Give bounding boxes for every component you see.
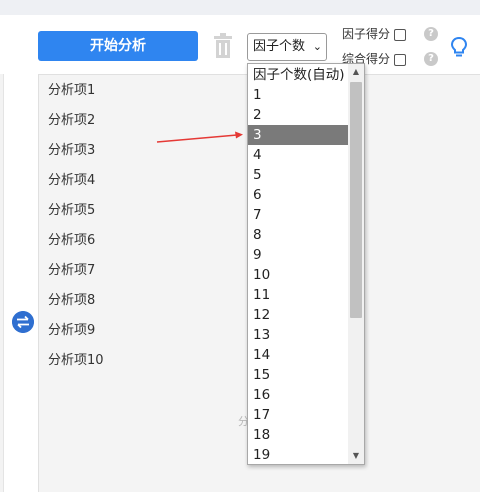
composite-score-checkbox[interactable]: [394, 53, 407, 66]
dropdown-option[interactable]: 15: [248, 365, 349, 385]
factor-score-option[interactable]: 因子得分: [342, 25, 407, 43]
factor-score-label: 因子得分: [342, 27, 391, 41]
list-item[interactable]: 分析项4: [48, 171, 95, 191]
arrow-pointer-icon: [156, 131, 243, 143]
swap-icon[interactable]: [12, 311, 34, 333]
factor-count-dropdown[interactable]: 因子个数(自动) 1 2 3 4 5 6 7 8 9 10 11 12 13 14 15 16 17 18 19 ▲ …: [247, 63, 365, 465]
factor-select-value: 因子个数: [253, 39, 306, 54]
lightbulb-icon[interactable]: [450, 36, 468, 58]
dropdown-option[interactable]: 17: [248, 405, 349, 425]
dropdown-option[interactable]: 19: [248, 445, 349, 464]
dropdown-option[interactable]: 14: [248, 345, 349, 365]
list-item[interactable]: 分析项1: [48, 81, 95, 101]
dropdown-scrollbar[interactable]: ▲ ▼: [348, 64, 364, 464]
factor-count-select[interactable]: 因子个数 ⌄: [247, 33, 327, 61]
dropdown-option[interactable]: 3: [248, 125, 349, 145]
list-item[interactable]: 分析项3: [48, 141, 95, 161]
trash-icon[interactable]: [212, 33, 234, 59]
dropdown-option[interactable]: 9: [248, 245, 349, 265]
dropdown-option[interactable]: 10: [248, 265, 349, 285]
dropdown-option[interactable]: 5: [248, 165, 349, 185]
dropdown-option[interactable]: 18: [248, 425, 349, 445]
dropdown-option[interactable]: 因子个数(自动): [248, 65, 349, 85]
dropdown-option[interactable]: 12: [248, 305, 349, 325]
dropdown-option[interactable]: 1: [248, 85, 349, 105]
dropdown-option[interactable]: 8: [248, 225, 349, 245]
left-panel-edge: [0, 74, 4, 492]
scroll-down-icon[interactable]: ▼: [348, 448, 364, 464]
dropdown-option[interactable]: 6: [248, 185, 349, 205]
list-item[interactable]: 分析项7: [48, 261, 95, 281]
help-icon[interactable]: ?: [424, 27, 438, 41]
scroll-up-icon[interactable]: ▲: [348, 64, 364, 80]
list-item[interactable]: 分析项10: [48, 351, 104, 371]
dropdown-option[interactable]: 4: [248, 145, 349, 165]
dropdown-option[interactable]: 13: [248, 325, 349, 345]
list-item[interactable]: 分析项2: [48, 111, 95, 131]
dropdown-option[interactable]: 7: [248, 205, 349, 225]
top-strip: [0, 0, 480, 15]
list-item[interactable]: 分析项6: [48, 231, 95, 251]
factor-score-checkbox[interactable]: [394, 28, 407, 41]
list-item[interactable]: 分析项9: [48, 321, 95, 341]
dropdown-option[interactable]: 11: [248, 285, 349, 305]
start-analysis-button[interactable]: 开始分析: [38, 31, 198, 61]
help-icon[interactable]: ?: [424, 52, 438, 66]
chevron-down-icon: ⌄: [312, 40, 322, 53]
dropdown-option[interactable]: 16: [248, 385, 349, 405]
dropdown-option[interactable]: 2: [248, 105, 349, 125]
list-item[interactable]: 分析项5: [48, 201, 95, 221]
list-item[interactable]: 分析项8: [48, 291, 95, 311]
scrollbar-thumb[interactable]: [350, 82, 362, 318]
